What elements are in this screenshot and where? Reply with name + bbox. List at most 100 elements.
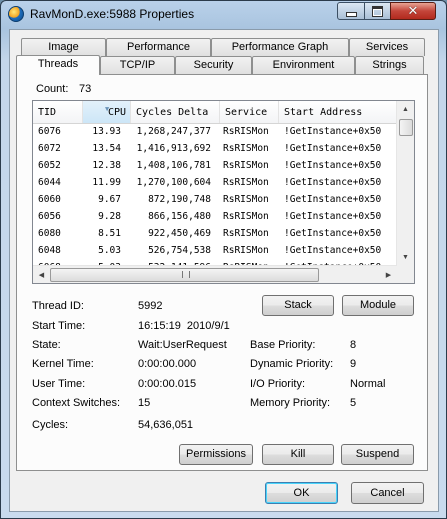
tab-performance-graph[interactable]: Performance Graph	[211, 38, 349, 56]
column-header-cycles-delta[interactable]: Cycles Delta	[131, 101, 220, 123]
scroll-left-icon[interactable]: ◀	[33, 266, 50, 283]
tab-strings[interactable]: Strings	[355, 56, 424, 74]
threads-rows: 6076 13.93 1,268,247,377 RsRISMon !GetInstan…	[33, 123, 397, 276]
column-header-start-address[interactable]: Start Address	[279, 101, 397, 123]
memory-priority-label: Memory Priority:	[250, 397, 331, 409]
cell-tid: 6052	[38, 160, 61, 171]
scroll-up-icon[interactable]: ▲	[397, 101, 414, 118]
start-time-label: Start Time:	[32, 320, 86, 332]
maximize-button[interactable]	[364, 2, 391, 20]
close-button[interactable]: ✕	[390, 2, 436, 20]
base-priority-label: Base Priority:	[250, 339, 316, 351]
tab-tcpip[interactable]: TCP/IP	[100, 56, 175, 74]
grip-icon	[182, 271, 190, 278]
cell-cycles-delta: 526,754,538	[148, 245, 211, 256]
thread-id-value: 5992	[138, 300, 163, 312]
cell-cpu: 13.93	[92, 126, 121, 137]
module-button[interactable]: Module	[342, 295, 414, 316]
cell-start-address: !GetInstance+0x50	[284, 211, 382, 222]
kernel-time-value: 0:00:00.000	[138, 358, 197, 370]
dynamic-priority-label: Dynamic Priority:	[250, 358, 334, 370]
user-time-label: User Time:	[32, 378, 86, 390]
scroll-down-icon[interactable]: ▼	[397, 249, 414, 266]
column-header-tid[interactable]: TID	[33, 101, 83, 123]
tab-environment[interactable]: Environment	[252, 56, 355, 74]
cell-service: RsRISMon	[223, 245, 269, 256]
tab-threads[interactable]: Threads	[16, 55, 100, 75]
cell-service: RsRISMon	[223, 177, 269, 188]
vertical-scrollbar[interactable]: ▲ ▼	[396, 101, 414, 266]
minimize-icon	[345, 11, 357, 17]
horizontal-scrollbar[interactable]: ◀ ▶	[33, 265, 397, 283]
table-row[interactable]: 6060 9.67 872,190,748 RsRISMon !GetInstance+…	[33, 191, 397, 208]
cell-cycles-delta: 1,268,247,377	[136, 126, 211, 137]
cell-tid: 6076	[38, 126, 61, 137]
cell-cycles-delta: 866,156,480	[148, 211, 211, 222]
tab-services[interactable]: Services	[349, 38, 425, 56]
cycles-value: 54,636,051	[138, 419, 194, 431]
cell-cycles-delta: 872,190,748	[148, 194, 211, 205]
context-switches-label: Context Switches:	[32, 397, 121, 409]
maximize-icon	[372, 5, 383, 17]
properties-window: RavMonD.exe:5988 Properties ✕ Image Perf…	[0, 0, 447, 519]
cell-start-address: !GetInstance+0x50	[284, 177, 382, 188]
cell-service: RsRISMon	[223, 228, 269, 239]
title-bar[interactable]: RavMonD.exe:5988 Properties ✕	[1, 1, 446, 28]
sort-descending-icon: ▼	[105, 105, 110, 113]
threads-list[interactable]: TID ▼ CPU Cycles Delta Service Start Add…	[32, 100, 415, 284]
table-row[interactable]: 6052 12.38 1,408,106,781 RsRISMon !GetInstan…	[33, 157, 397, 174]
table-row[interactable]: 6048 5.03 526,754,538 RsRISMon !GetInstance+…	[33, 242, 397, 259]
memory-priority-value: 5	[350, 397, 357, 409]
cell-service: RsRISMon	[223, 143, 269, 154]
cell-start-address: !GetInstance+0x50	[284, 160, 382, 171]
cell-tid: 6044	[38, 177, 61, 188]
cell-tid: 6072	[38, 143, 61, 154]
table-row[interactable]: 6056 9.28 866,156,480 RsRISMon !GetInstance+…	[33, 208, 397, 225]
cell-tid: 6080	[38, 228, 61, 239]
context-switches-value: 15	[138, 397, 151, 409]
stack-button[interactable]: Stack	[262, 295, 334, 316]
window-title: RavMonD.exe:5988 Properties	[30, 7, 195, 21]
permissions-button[interactable]: Permissions	[179, 444, 253, 465]
suspend-button[interactable]: Suspend	[341, 444, 414, 465]
kernel-time-label: Kernel Time:	[32, 358, 94, 370]
table-row[interactable]: 6076 13.93 1,268,247,377 RsRISMon !GetInstan…	[33, 123, 397, 140]
scroll-right-icon[interactable]: ▶	[380, 266, 397, 283]
ok-button[interactable]: OK	[265, 482, 338, 504]
cell-cpu: 9.28	[98, 211, 121, 222]
io-priority-label: I/O Priority:	[250, 378, 306, 390]
cell-service: RsRISMon	[223, 211, 269, 222]
threads-list-header: TID ▼ CPU Cycles Delta Service Start Add…	[33, 101, 397, 124]
horizontal-scroll-thumb[interactable]	[50, 268, 319, 282]
tab-image[interactable]: Image	[21, 38, 106, 56]
cell-cycles-delta: 1,416,913,692	[136, 143, 211, 154]
tab-security[interactable]: Security	[175, 56, 252, 74]
cell-cycles-delta: 1,270,100,604	[136, 177, 211, 188]
cell-cycles-delta: 922,450,469	[148, 228, 211, 239]
cell-cpu: 13.54	[92, 143, 121, 154]
column-header-cpu[interactable]: ▼ CPU	[83, 101, 131, 123]
app-icon	[8, 6, 24, 22]
thread-count-label: Count:	[36, 83, 69, 95]
table-row[interactable]: 6044 11.99 1,270,100,604 RsRISMon !GetInstan…	[33, 174, 397, 191]
column-header-service[interactable]: Service	[220, 101, 279, 123]
state-value: Wait:UserRequest	[138, 339, 227, 351]
cell-start-address: !GetInstance+0x50	[284, 143, 382, 154]
table-row[interactable]: 6072 13.54 1,416,913,692 RsRISMon !GetInstan…	[33, 140, 397, 157]
cell-tid: 6060	[38, 194, 61, 205]
cell-start-address: !GetInstance+0x50	[284, 228, 382, 239]
kill-button[interactable]: Kill	[262, 444, 334, 465]
scrollbar-corner	[397, 266, 414, 283]
cycles-label: Cycles:	[32, 419, 69, 431]
minimize-button[interactable]	[337, 2, 365, 20]
start-time-value: 16:15:19 2010/9/1	[138, 320, 230, 332]
tab-performance[interactable]: Performance	[106, 38, 211, 56]
table-row[interactable]: 6080 8.51 922,450,469 RsRISMon !GetInstance+…	[33, 225, 397, 242]
cancel-button[interactable]: Cancel	[351, 482, 424, 504]
vertical-scroll-thumb[interactable]	[399, 119, 413, 136]
state-label: State:	[32, 339, 61, 351]
close-icon: ✕	[407, 3, 419, 19]
cell-service: RsRISMon	[223, 126, 269, 137]
cell-cpu: 11.99	[92, 177, 121, 188]
cell-start-address: !GetInstance+0x50	[284, 194, 382, 205]
